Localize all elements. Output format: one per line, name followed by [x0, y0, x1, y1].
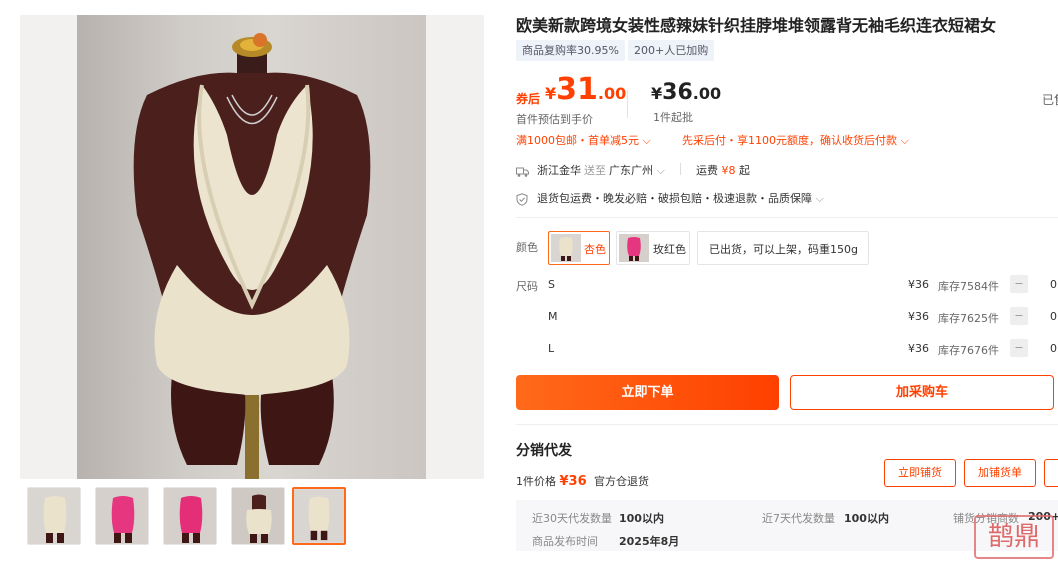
- size-name-l: L: [548, 342, 555, 355]
- qty-value-m[interactable]: 0: [1050, 310, 1057, 323]
- repurchase-rate-tag: 商品复购率30.95%: [516, 40, 625, 61]
- shield-icon: [516, 191, 528, 210]
- add-to-list-button[interactable]: 加铺货单: [964, 459, 1036, 487]
- price-divider: [627, 90, 628, 118]
- section-divider: [516, 424, 1058, 425]
- stat-7d-label: 近7天代发数量: [762, 512, 835, 525]
- size-price-l: ¥36: [908, 342, 929, 355]
- ship-from: 浙江金华: [537, 164, 581, 177]
- size-label: 尺码: [516, 280, 538, 293]
- qty-minus-s[interactable]: −: [1010, 275, 1028, 293]
- ship-to-label: 送至: [584, 164, 606, 177]
- more-button[interactable]: [1044, 459, 1058, 487]
- dress-on-mannequin-illustration: [133, 33, 371, 479]
- list-now-button[interactable]: 立即铺货: [884, 459, 956, 487]
- size-stock-l: 库存7676件: [938, 344, 999, 357]
- thumbnail-3[interactable]: [163, 487, 217, 545]
- chevron-down-icon: ⌵: [642, 134, 651, 147]
- chevron-down-icon: ⌵: [815, 192, 824, 205]
- chevron-down-icon: ⌵: [656, 164, 665, 177]
- guarantees-link[interactable]: 退货包运费・晚发必赔・破损包赔・极速退款・品质保障 ⌵: [537, 190, 824, 206]
- size-name-m: M: [548, 310, 558, 323]
- color-option-apricot[interactable]: 杏色: [548, 231, 610, 265]
- size-price-m: ¥36: [908, 310, 929, 323]
- color-label: 颜色: [516, 241, 538, 254]
- size-stock-m: 库存7625件: [938, 312, 999, 325]
- main-product-image[interactable]: [20, 15, 484, 479]
- qty-minus-l[interactable]: −: [1010, 339, 1028, 357]
- shipping-divider: [680, 163, 681, 175]
- section-divider: [516, 217, 1058, 218]
- size-name-s: S: [548, 278, 555, 291]
- stat-publish-value: 2025年8月: [619, 535, 680, 548]
- promo-shipping-link[interactable]: 满1000包邮・首单减5元 ⌵: [516, 132, 651, 148]
- coupon-price-note: 首件预估到手价: [516, 113, 593, 126]
- stat-30d-label: 近30天代发数量: [532, 512, 612, 525]
- coupon-price: ¥31.00: [545, 72, 627, 107]
- add-to-cart-button[interactable]: 加采购车: [790, 375, 1054, 410]
- stat-publish-label: 商品发布时间: [532, 535, 598, 548]
- thumbnail-2[interactable]: [95, 487, 149, 545]
- coupon-price-label: 券后: [516, 92, 541, 106]
- shipping-fee: 运费 ¥8 起: [696, 164, 750, 177]
- sold-count-label: 已售: [1042, 93, 1058, 107]
- thumbnail-strip: [20, 487, 360, 547]
- qty-minus-m[interactable]: −: [1010, 307, 1028, 325]
- qty-value-l[interactable]: 0: [1050, 342, 1057, 355]
- size-stock-s: 库存7584件: [938, 280, 999, 293]
- color-option-rose-red[interactable]: 玫红色: [616, 231, 690, 265]
- stat-30d-value: 100以内: [619, 512, 664, 525]
- thumbnail-1[interactable]: [27, 487, 81, 545]
- promo-pay-later-link[interactable]: 先采后付・享1100元额度，确认收货后付款 ⌵: [682, 132, 909, 148]
- truck-icon: [516, 163, 529, 182]
- watermark-logo: 鹊鼎: [974, 515, 1054, 559]
- product-title: 欧美新款跨境女装性感辣妹针织挂脖堆堆领露背无袖毛织连衣短裙女: [516, 16, 997, 35]
- distribution-unit-price: 1件价格 ¥36: [516, 474, 587, 489]
- size-price-s: ¥36: [908, 278, 929, 291]
- cart-count-tag: 200+人已加购: [628, 40, 715, 61]
- stat-7d-value: 100以内: [844, 512, 889, 525]
- thumbnail-4[interactable]: [231, 487, 285, 545]
- chevron-down-icon: ⌵: [900, 134, 909, 147]
- color-note-chip: 已出货，可以上架，码重150g: [697, 231, 869, 265]
- warehouse-return-note: 官方仓退货: [594, 475, 649, 488]
- ship-to-selector[interactable]: 广东广州 ⌵: [609, 162, 665, 178]
- buy-now-button[interactable]: 立即下单: [516, 375, 779, 410]
- base-price: ¥36.00: [651, 80, 722, 105]
- distribution-heading: 分销代发: [516, 443, 572, 459]
- min-order-note: 1件起批: [653, 111, 693, 124]
- thumbnail-5-selected[interactable]: [292, 487, 346, 545]
- qty-value-s[interactable]: 0: [1050, 278, 1057, 291]
